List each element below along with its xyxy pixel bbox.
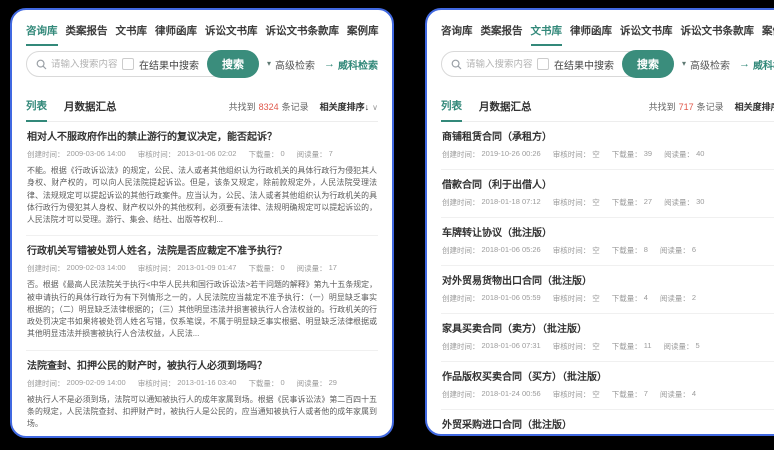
list-item: 法院查封、扣押公民的财产时，被执行人必须到场吗？ 创建时间：2009-02-09…: [26, 351, 378, 439]
search-in-results-label: 在结果中搜索: [139, 57, 199, 72]
result-count: 共找到 717 条记录: [649, 100, 724, 121]
tab-litigation-document-library[interactable]: 诉讼文书库: [620, 23, 673, 46]
list-item: 行政机关写错被处罚人姓名，法院是否应裁定不准予执行？ 创建时间：2009-02-…: [26, 236, 378, 350]
list-header: 列表 月数据汇总 共找到 8324 条记录 相关度排序↓ ∨: [26, 98, 378, 122]
list-item: 家具买卖合同（卖方）（批注版） 创建时间：2018-01-06 07:31 审核…: [441, 314, 774, 362]
chevron-down-icon: ▾: [267, 60, 271, 68]
item-title-link[interactable]: 相对人不服政府作出的禁止游行的复议决定，能否起诉？: [27, 131, 377, 144]
search-input[interactable]: [51, 59, 122, 70]
list-item: 相对人不服政府作出的禁止游行的复议决定，能否起诉？ 创建时间：2009-03-0…: [26, 122, 378, 236]
weike-search-link[interactable]: → 威科检索: [324, 57, 378, 72]
list-item: 商铺租赁合同（承租方） 创建时间：2019-10-26 00:26 审核时间：空…: [441, 122, 774, 170]
tab-consultation-library[interactable]: 咨询库: [441, 23, 473, 46]
weike-search-label: 威科检索: [338, 57, 378, 72]
tab-litigation-clause-library[interactable]: 诉讼文书条款库: [266, 23, 340, 46]
arrow-right-icon: →: [324, 59, 335, 70]
library-tab-bar: 咨询库 类案报告 文书库 律师函库 诉讼文书库 诉讼文书条款库 案例库: [441, 10, 774, 46]
arrow-right-icon: →: [739, 59, 750, 70]
list-item: 对外贸易货物出口合同（批注版） 创建时间：2018-01-06 05:59 审核…: [441, 266, 774, 314]
search-in-results-label: 在结果中搜索: [554, 57, 614, 72]
advanced-search-label: 高级检索: [690, 57, 730, 72]
tab-lawyer-letter-library[interactable]: 律师函库: [155, 23, 197, 46]
tab-case-library[interactable]: 案例库: [762, 23, 774, 46]
sort-label: 相关度排序↓: [320, 100, 370, 113]
search-box: 在结果中搜索 搜索: [26, 51, 259, 77]
item-meta: 创建时间：2009-02-03 14:00 审核时间：2013-01-09 01…: [27, 263, 377, 274]
result-list: 商铺租赁合同（承租方） 创建时间：2019-10-26 00:26 审核时间：空…: [441, 122, 774, 436]
item-title-link[interactable]: 外贸采购进口合同（批注版）: [442, 419, 774, 432]
search-in-results-checkbox[interactable]: [122, 58, 134, 70]
weike-search-label: 威科检索: [753, 57, 774, 72]
list-item: 作品版权买卖合同（买方）（批注版） 创建时间：2018-01-24 00:56 …: [441, 362, 774, 410]
advanced-search-control[interactable]: ▾ 高级检索: [267, 57, 315, 72]
list-header: 列表 月数据汇总 共找到 717 条记录 相关度排序↓ ∨: [441, 98, 774, 122]
view-tab-monthly-summary[interactable]: 月数据汇总: [64, 99, 117, 121]
result-list: 相对人不服政府作出的禁止游行的复议决定，能否起诉？ 创建时间：2009-03-0…: [26, 122, 378, 438]
tab-litigation-document-library[interactable]: 诉讼文书库: [205, 23, 258, 46]
document-library-panel: 咨询库 类案报告 文书库 律师函库 诉讼文书库 诉讼文书条款库 案例库 在结果中…: [425, 8, 774, 436]
tab-consultation-library[interactable]: 咨询库: [26, 23, 58, 46]
item-snippet: 被执行人不是必须到场，法院可以通知被执行人的成年家属到场。根据《民事诉讼法》第二…: [27, 394, 377, 431]
item-meta: 创建时间：2019-10-26 00:26 审核时间：空 下载量：39 阅读量：…: [442, 149, 774, 160]
item-title-link[interactable]: 家具买卖合同（卖方）（批注版）: [442, 323, 774, 336]
view-tab-list[interactable]: 列表: [26, 98, 47, 122]
tab-document-library[interactable]: 文书库: [531, 23, 563, 46]
result-count: 共找到 8324 条记录: [229, 100, 309, 121]
item-meta: 创建时间：2018-01-06 05:59 审核时间：空 下载量：4 阅读量：2: [442, 293, 774, 304]
item-snippet: 不能。根据《行政诉讼法》的规定，公民、法人或者其他组织认为行政机关的具体行政行为…: [27, 165, 377, 226]
item-meta: 创建时间：2009-03-06 14:00 审核时间：2013-01-06 02…: [27, 149, 377, 160]
item-meta: 创建时间：2018-01-06 05:26 审核时间：空 下载量：8 阅读量：6: [442, 245, 774, 256]
result-count-number: 717: [679, 102, 694, 112]
list-item: 借款合同（利于出借人） 创建时间：2018-01-18 07:12 审核时间：空…: [441, 170, 774, 218]
item-title-link[interactable]: 对外贸易货物出口合同（批注版）: [442, 275, 774, 288]
tab-document-library[interactable]: 文书库: [116, 23, 148, 46]
view-tab-monthly-summary[interactable]: 月数据汇总: [479, 99, 532, 121]
item-meta: 创建时间：2018-01-06 07:31 审核时间：空 下载量：11 阅读量：…: [442, 341, 774, 352]
item-meta: 创建时间：2018-01-24 00:56 审核时间：空 下载量：7 阅读量：4: [442, 389, 774, 400]
sort-dropdown[interactable]: 相关度排序↓ ∨: [735, 100, 774, 121]
screen: 咨询库 类案报告 文书库 律师函库 诉讼文书库 诉讼文书条款库 案例库 在结果中…: [0, 0, 774, 450]
item-meta: 创建时间：2018-01-18 07:12 审核时间：空 下载量：27 阅读量：…: [442, 197, 774, 208]
search-icon: [36, 59, 47, 70]
chevron-down-icon: ▾: [682, 60, 686, 68]
item-snippet: 否。根据《最高人民法院关于执行<中华人民共和国行政诉讼法>若干问题的解释》第九十…: [27, 279, 377, 340]
tab-case-reports[interactable]: 类案报告: [66, 23, 108, 46]
search-row: 在结果中搜索 搜索 ▾ 高级检索 → 威科检索: [441, 51, 774, 77]
library-tab-bar: 咨询库 类案报告 文书库 律师函库 诉讼文书库 诉讼文书条款库 案例库: [26, 10, 378, 46]
list-item: 外贸采购进口合同（批注版）: [441, 410, 774, 436]
search-row: 在结果中搜索 搜索 ▾ 高级检索 → 威科检索: [26, 51, 378, 77]
item-title-link[interactable]: 车牌转让协议（批注版）: [442, 227, 774, 240]
tab-lawyer-letter-library[interactable]: 律师函库: [570, 23, 612, 46]
advanced-search-control[interactable]: ▾ 高级检索: [682, 57, 730, 72]
item-title-link[interactable]: 商铺租赁合同（承租方）: [442, 131, 774, 144]
search-box: 在结果中搜索 搜索: [441, 51, 674, 77]
item-title-link[interactable]: 借款合同（利于出借人）: [442, 179, 774, 192]
advanced-search-label: 高级检索: [275, 57, 315, 72]
search-button[interactable]: 搜索: [622, 50, 674, 78]
search-icon: [451, 59, 462, 70]
tab-case-library[interactable]: 案例库: [347, 23, 379, 46]
sort-dropdown[interactable]: 相关度排序↓ ∨: [320, 100, 378, 121]
weike-search-link[interactable]: → 威科检索: [739, 57, 774, 72]
sort-label: 相关度排序↓: [735, 100, 774, 113]
item-meta: 创建时间：2009-02-09 14:00 审核时间：2013-01-16 03…: [27, 378, 377, 389]
item-title-link[interactable]: 行政机关写错被处罚人姓名，法院是否应裁定不准予执行？: [27, 245, 377, 258]
tab-litigation-clause-library[interactable]: 诉讼文书条款库: [681, 23, 755, 46]
view-tab-list[interactable]: 列表: [441, 98, 462, 122]
list-item: 车牌转让协议（批注版） 创建时间：2018-01-06 05:26 审核时间：空…: [441, 218, 774, 266]
search-button[interactable]: 搜索: [207, 50, 259, 78]
search-input[interactable]: [466, 59, 537, 70]
consultation-library-panel: 咨询库 类案报告 文书库 律师函库 诉讼文书库 诉讼文书条款库 案例库 在结果中…: [10, 8, 394, 438]
result-count-number: 8324: [259, 102, 279, 112]
chevron-down-icon: ∨: [372, 103, 378, 112]
search-in-results-checkbox[interactable]: [537, 58, 549, 70]
item-title-link[interactable]: 作品版权买卖合同（买方）（批注版）: [442, 371, 774, 384]
tab-case-reports[interactable]: 类案报告: [481, 23, 523, 46]
item-title-link[interactable]: 法院查封、扣押公民的财产时，被执行人必须到场吗？: [27, 360, 377, 373]
